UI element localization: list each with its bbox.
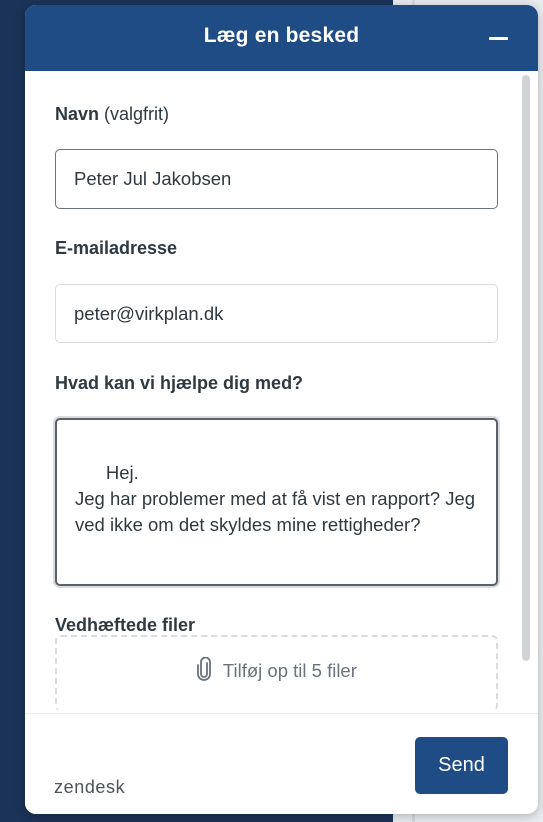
message-textarea[interactable]: Hej. Jeg har problemer med at få vist en… (55, 418, 498, 586)
email-label: E-mailadresse (55, 238, 178, 258)
dropzone-text: Tilføj op til 5 filer (222, 660, 357, 681)
message-textarea-value: Hej. Jeg har problemer med at få vist en… (75, 462, 476, 535)
dropzone-content: Tilføj op til 5 filer (57, 656, 496, 686)
minimize-icon (489, 37, 508, 40)
scrollbar-thumb[interactable] (522, 75, 530, 661)
name-label-text: Navn (55, 104, 100, 124)
widget-footer: zendesk Send (25, 713, 538, 814)
email-field-value: peter@virkplan.dk (74, 303, 224, 324)
name-label: Navn (valgfrit) (55, 104, 169, 125)
form-body: Navn (valgfrit) Peter Jul Jakobsen E-mai… (25, 71, 538, 713)
name-optional-text: (valgfrit) (104, 104, 170, 124)
name-field[interactable]: Peter Jul Jakobsen (55, 149, 498, 209)
attachments-label: Vedhæftede filer (55, 615, 196, 635)
minimize-button[interactable] (476, 23, 520, 55)
email-field[interactable]: peter@virkplan.dk (55, 284, 498, 343)
widget-header: Læg en besked (25, 5, 538, 71)
paperclip-icon (196, 656, 212, 686)
message-label: Hvad kan vi hjælpe dig med? (55, 373, 304, 393)
widget-title: Læg en besked (203, 24, 360, 47)
contact-form-widget: Læg en besked Navn (valgfrit) Peter Jul … (25, 5, 538, 814)
form-scrollbar[interactable] (522, 75, 530, 661)
name-field-value: Peter Jul Jakobsen (74, 168, 232, 189)
zendesk-logo: zendesk (54, 777, 126, 797)
attachments-dropzone[interactable]: Tilføj op til 5 filer (55, 635, 498, 711)
send-button[interactable]: Send (415, 737, 508, 794)
